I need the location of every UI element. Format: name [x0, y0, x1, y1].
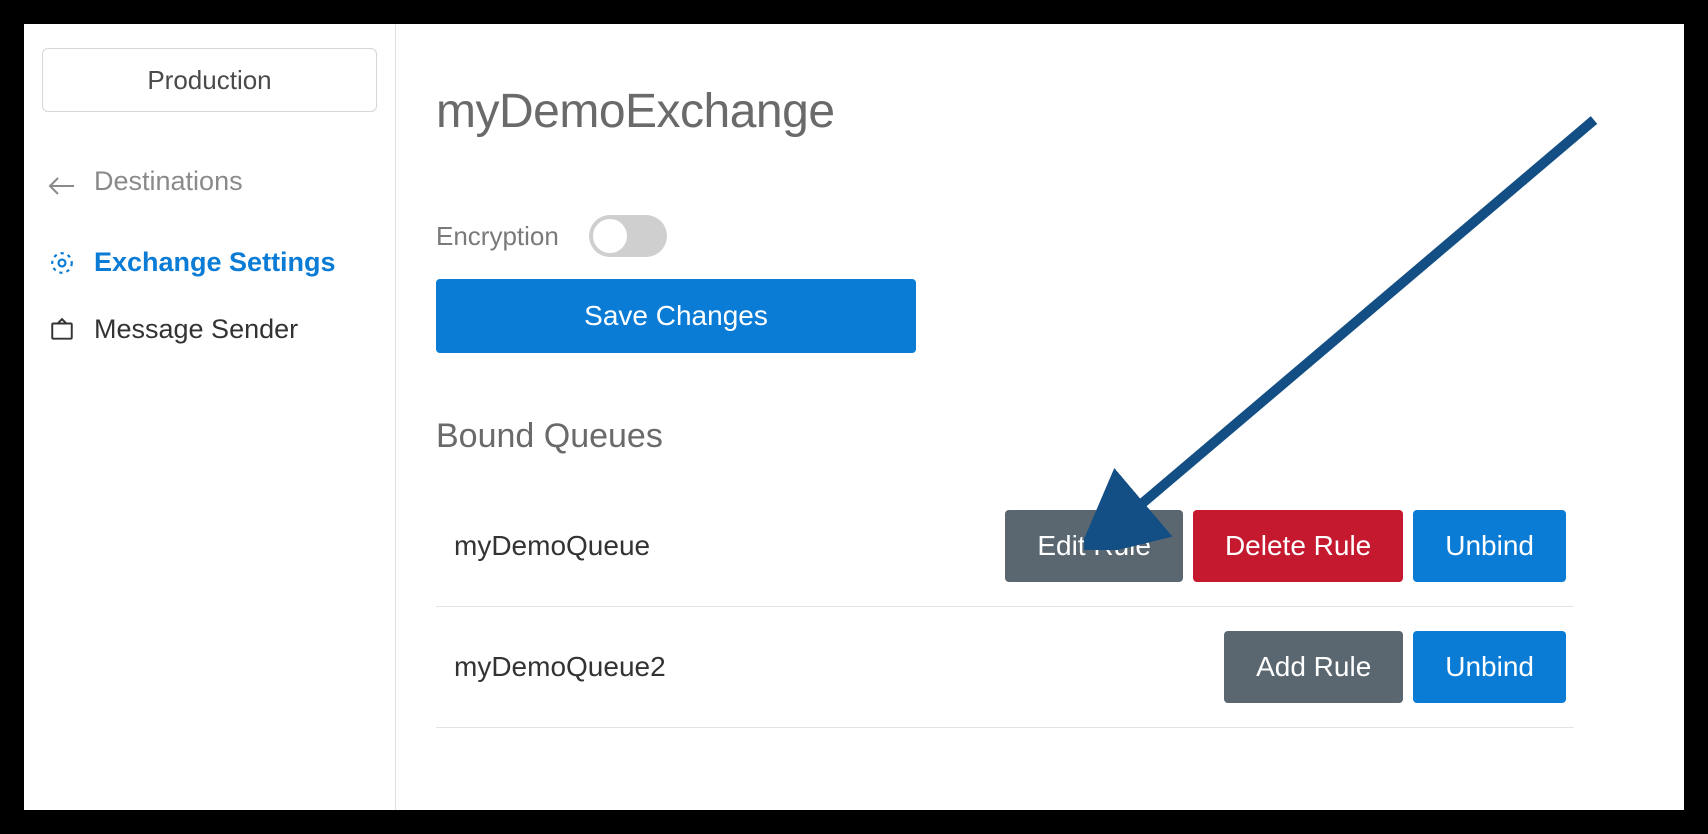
save-changes-button[interactable]: Save Changes — [436, 279, 916, 353]
button-label: Edit Rule — [1037, 530, 1151, 562]
toggle-knob — [593, 219, 627, 253]
arrow-left-icon — [48, 172, 76, 192]
save-changes-label: Save Changes — [584, 300, 768, 332]
main-content: myDemoExchange Encryption Save Changes B… — [396, 24, 1574, 810]
queue-actions: Add Rule Unbind — [1224, 631, 1566, 703]
unbind-button[interactable]: Unbind — [1413, 510, 1566, 582]
edit-rule-button[interactable]: Edit Rule — [1005, 510, 1183, 582]
nav-item-message-sender[interactable]: Message Sender — [48, 314, 377, 345]
delete-rule-button[interactable]: Delete Rule — [1193, 510, 1403, 582]
button-label: Unbind — [1445, 651, 1534, 683]
bound-queues-list: myDemoQueue Edit Rule Delete Rule Unbind… — [436, 486, 1574, 728]
environment-selector-label: Production — [147, 65, 271, 96]
nav-item-exchange-settings[interactable]: Exchange Settings — [48, 247, 377, 278]
sidebar-nav: Exchange Settings Message Sender — [42, 247, 377, 345]
queue-actions: Edit Rule Delete Rule Unbind — [1005, 510, 1566, 582]
nav-item-label: Exchange Settings — [94, 247, 336, 278]
nav-item-label: Message Sender — [94, 314, 298, 345]
environment-selector[interactable]: Production — [42, 48, 377, 112]
button-label: Unbind — [1445, 530, 1534, 562]
gear-icon — [48, 249, 76, 277]
encryption-label: Encryption — [436, 221, 559, 252]
bound-queues-heading: Bound Queues — [436, 417, 1574, 456]
nav-back-label: Destinations — [94, 166, 243, 197]
queue-name: myDemoQueue — [454, 530, 650, 562]
app-frame: Production Destinations Exchange Sett — [24, 24, 1684, 810]
button-label: Delete Rule — [1225, 530, 1371, 562]
sidebar: Production Destinations Exchange Sett — [24, 24, 396, 810]
queue-row: myDemoQueue Edit Rule Delete Rule Unbind — [436, 486, 1574, 607]
page-title: myDemoExchange — [436, 84, 1574, 139]
unbind-button[interactable]: Unbind — [1413, 631, 1566, 703]
send-icon — [48, 316, 76, 344]
queue-row: myDemoQueue2 Add Rule Unbind — [436, 607, 1574, 728]
encryption-row: Encryption — [436, 215, 1574, 257]
encryption-toggle[interactable] — [589, 215, 667, 257]
queue-name: myDemoQueue2 — [454, 651, 666, 683]
nav-back-destinations[interactable]: Destinations — [42, 166, 377, 197]
button-label: Add Rule — [1256, 651, 1371, 683]
add-rule-button[interactable]: Add Rule — [1224, 631, 1403, 703]
